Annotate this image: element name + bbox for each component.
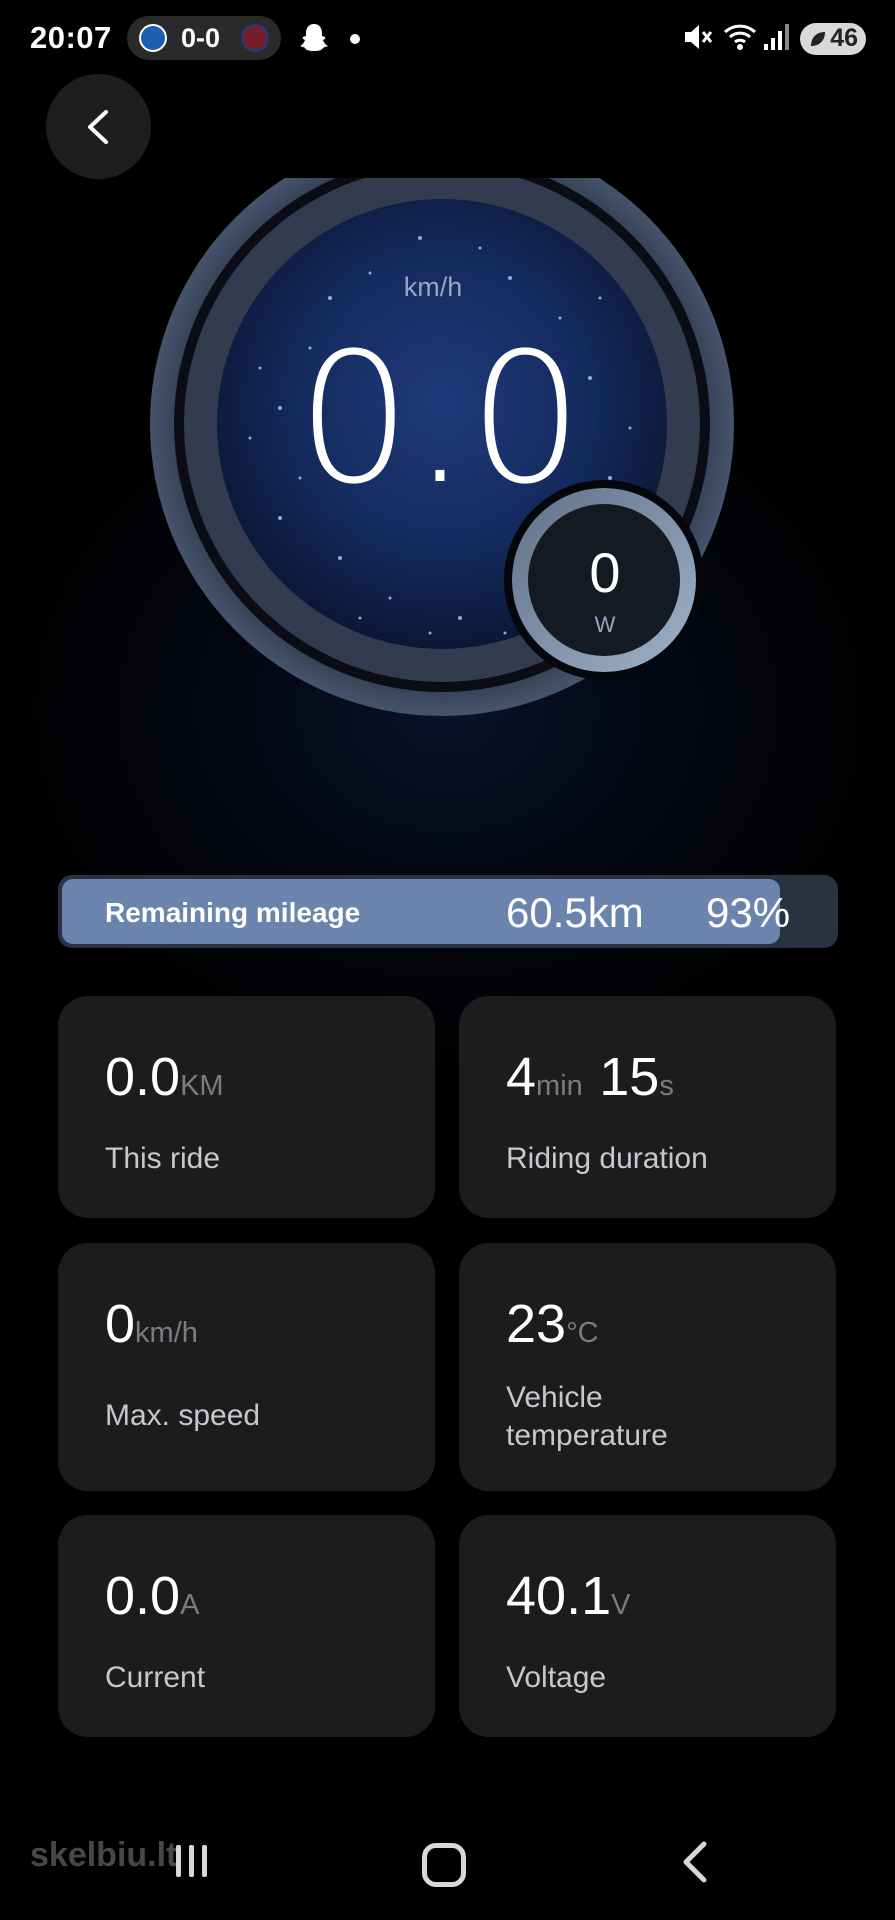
chevron-left-icon bbox=[88, 110, 108, 144]
temperature-label-line2: temperature bbox=[506, 1419, 668, 1452]
nav-back-button[interactable] bbox=[676, 1840, 716, 1884]
watermark: skelbiu.lt bbox=[30, 1836, 178, 1874]
current-reading: 0.0A bbox=[105, 1565, 199, 1627]
status-time: 20:07 bbox=[30, 20, 112, 55]
signal-icon bbox=[764, 24, 789, 50]
snapchat-icon bbox=[300, 24, 328, 51]
max-speed-value: 0 bbox=[105, 1294, 136, 1354]
this-ride-card: 0.0KM This ride bbox=[58, 996, 435, 1218]
back-button[interactable] bbox=[46, 74, 151, 179]
vehicle-temperature-card: 23°C Vehicle temperature bbox=[459, 1243, 836, 1491]
notification-dot bbox=[350, 34, 360, 44]
voltage-value: 40.1 bbox=[506, 1566, 612, 1626]
max-speed-label: Max. speed bbox=[105, 1399, 261, 1432]
power-value: 0 bbox=[589, 541, 621, 604]
wifi-icon bbox=[723, 24, 757, 50]
duration-seconds: 15 bbox=[599, 1047, 660, 1107]
home-button[interactable] bbox=[422, 1843, 466, 1887]
temperature-value: 23 bbox=[506, 1294, 567, 1354]
voltage-card: 40.1V Voltage bbox=[459, 1515, 836, 1737]
duration-minutes: 4 bbox=[506, 1047, 537, 1107]
this-ride-value: 0.0 bbox=[105, 1047, 181, 1107]
riding-duration-reading: 4min 15s bbox=[506, 1046, 674, 1108]
speed-unit: km/h bbox=[403, 272, 463, 302]
live-score-pill[interactable]: 0-0 bbox=[127, 16, 281, 60]
status-bar: 20:07 0-0 46 bbox=[0, 0, 895, 78]
riding-duration-card: 4min 15s Riding duration bbox=[459, 996, 836, 1218]
riding-duration-label: Riding duration bbox=[506, 1142, 708, 1175]
mute-icon bbox=[685, 25, 713, 49]
temperature-reading: 23°C bbox=[506, 1293, 599, 1355]
current-label: Current bbox=[105, 1661, 206, 1694]
battery-percent: 93% bbox=[706, 889, 791, 936]
leaf-icon bbox=[811, 32, 825, 46]
this-ride-unit: KM bbox=[180, 1070, 224, 1102]
mileage-distance: 60.5km bbox=[506, 889, 644, 936]
max-speed-card: 0km/h Max. speed bbox=[58, 1243, 435, 1491]
mileage-label: Remaining mileage bbox=[105, 897, 361, 928]
live-score: 0-0 bbox=[181, 23, 221, 53]
team-logo-icon bbox=[139, 24, 167, 52]
current-card: 0.0A Current bbox=[58, 1515, 435, 1737]
recents-button[interactable] bbox=[172, 1843, 212, 1879]
current-unit: A bbox=[180, 1589, 200, 1621]
temperature-unit: °C bbox=[566, 1317, 599, 1349]
current-value: 0.0 bbox=[105, 1566, 181, 1626]
voltage-label: Voltage bbox=[506, 1661, 607, 1694]
battery-indicator: 46 bbox=[800, 23, 866, 55]
voltage-unit: V bbox=[611, 1589, 631, 1621]
battery-level: 46 bbox=[830, 24, 858, 52]
team-logo-icon bbox=[241, 24, 269, 52]
duration-seconds-unit: s bbox=[659, 1070, 674, 1102]
power-unit: W bbox=[594, 612, 616, 637]
duration-minutes-unit: min bbox=[536, 1070, 583, 1102]
this-ride-label: This ride bbox=[105, 1142, 221, 1175]
this-ride-reading: 0.0KM bbox=[105, 1046, 224, 1108]
max-speed-reading: 0km/h bbox=[105, 1293, 198, 1355]
speed-value: 0.0 bbox=[296, 315, 584, 524]
max-speed-unit: km/h bbox=[135, 1317, 198, 1349]
temperature-label-line1: Vehicle bbox=[506, 1381, 603, 1414]
temperature-label: Vehicle temperature bbox=[506, 1379, 668, 1455]
voltage-reading: 40.1V bbox=[506, 1565, 630, 1627]
remaining-mileage-bar: Remaining mileage 60.5km 93% bbox=[58, 875, 838, 948]
